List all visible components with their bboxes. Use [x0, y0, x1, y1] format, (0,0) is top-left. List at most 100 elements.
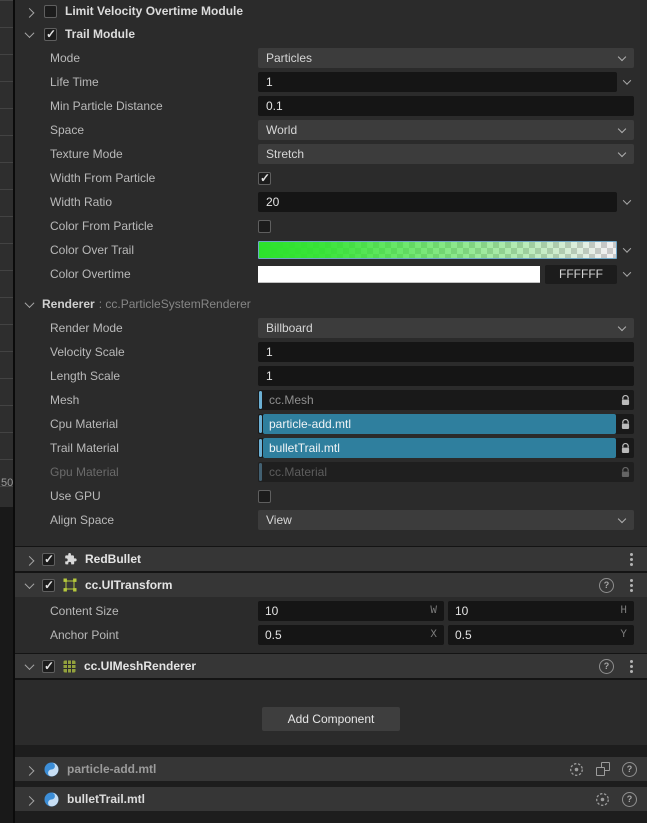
chevron-right-icon[interactable]	[22, 792, 36, 806]
dropdown-value: Stretch	[266, 147, 305, 161]
property-label: Render Mode	[50, 321, 123, 335]
add-component-button[interactable]: Add Component	[262, 707, 400, 731]
property-row-velocity-scale: Velocity Scale 1	[15, 340, 647, 364]
help-icon[interactable]	[622, 761, 637, 777]
input-value: 0.5	[265, 628, 282, 642]
content-size-height-input[interactable]: 10 H	[448, 601, 634, 621]
property-label: Content Size	[50, 604, 119, 618]
property-label: Life Time	[50, 75, 99, 89]
node-enabled-checkbox[interactable]	[42, 552, 55, 566]
property-label: Align Space	[50, 513, 115, 527]
component-name: cc.UITransform	[85, 578, 173, 592]
asset-name: particle-add.mtl	[67, 762, 157, 776]
anchor-point-x-input[interactable]: 0.5 X	[258, 625, 444, 645]
adjacent-panel-edge: 50	[0, 0, 15, 823]
lock-icon[interactable]	[617, 438, 634, 458]
length-scale-input[interactable]: 1	[258, 366, 634, 386]
component-enabled-checkbox[interactable]	[42, 578, 55, 592]
dropdown-value: Billboard	[266, 321, 313, 335]
asset-slot-value: bulletTrail.mtl	[263, 438, 616, 458]
anchor-point-y-input[interactable]: 0.5 Y	[448, 625, 634, 645]
chevron-down-icon	[617, 514, 627, 524]
chevron-down-icon[interactable]	[22, 659, 36, 673]
chevron-down-icon	[617, 124, 627, 134]
content-size-width-input[interactable]: 10 W	[258, 601, 444, 621]
section-title: Renderer	[42, 297, 95, 311]
locate-asset-icon[interactable]	[569, 762, 584, 777]
property-row-cpu-material: Cpu Material particle-add.mtl	[15, 412, 647, 436]
inspector-panel: Limit Velocity Overtime Module Trail Mod…	[15, 0, 647, 823]
hex-value: FFFFFF	[559, 267, 603, 281]
property-label: Min Particle Distance	[50, 99, 163, 113]
velocity-scale-input[interactable]: 1	[258, 342, 634, 362]
color-swatch[interactable]	[258, 265, 540, 283]
life-time-input[interactable]: 1	[258, 72, 617, 92]
kebab-menu-icon[interactable]	[624, 551, 638, 567]
help-icon[interactable]	[622, 791, 637, 807]
chevron-down-icon[interactable]	[22, 27, 36, 41]
mesh-asset-slot[interactable]: cc.Mesh	[258, 390, 634, 410]
asset-slot-accent	[259, 391, 262, 409]
texture-mode-dropdown[interactable]: Stretch	[258, 144, 634, 164]
space-dropdown[interactable]: World	[258, 120, 634, 140]
locate-asset-icon[interactable]	[595, 792, 610, 807]
property-label: Color Overtime	[50, 267, 131, 281]
cpu-material-asset-slot[interactable]: particle-add.mtl	[258, 414, 634, 434]
hex-value-box[interactable]: FFFFFF	[545, 264, 617, 284]
module-checkbox[interactable]	[44, 4, 57, 18]
input-value: 0.1	[266, 99, 283, 113]
trail-material-asset-slot[interactable]: bulletTrail.mtl	[258, 438, 634, 458]
component-header-uimeshrenderer[interactable]: cc.UIMeshRenderer	[15, 654, 647, 678]
component-enabled-checkbox[interactable]	[42, 659, 55, 673]
property-row-color-over-trail: Color Over Trail	[15, 238, 647, 262]
chevron-right-icon[interactable]	[22, 762, 36, 776]
asset-slot-accent	[259, 439, 262, 457]
curve-mode-chevron-icon[interactable]	[620, 76, 634, 85]
axis-suffix-x: X	[430, 629, 437, 641]
use-gpu-checkbox[interactable]	[258, 489, 271, 503]
mode-dropdown[interactable]: Particles	[258, 48, 634, 68]
lock-icon	[617, 462, 634, 482]
section-type: : cc.ParticleSystemRenderer	[98, 297, 251, 311]
asset-header-bullettrail[interactable]: bulletTrail.mtl	[15, 787, 647, 811]
renderer-section-header[interactable]: Renderer : cc.ParticleSystemRenderer	[15, 292, 647, 316]
property-row-life-time: Life Time 1	[15, 70, 647, 94]
kebab-menu-icon[interactable]	[624, 658, 638, 674]
property-label: Texture Mode	[50, 147, 123, 161]
node-header-redbullet[interactable]: RedBullet	[15, 547, 647, 571]
chevron-right-icon[interactable]	[22, 552, 36, 566]
property-label: Mode	[50, 51, 81, 65]
width-from-particle-checkbox[interactable]	[258, 171, 271, 185]
mesh-grid-icon	[63, 660, 76, 673]
color-mode-chevron-icon[interactable]	[620, 268, 634, 277]
asset-slot-placeholder: cc.Mesh	[269, 393, 314, 407]
align-space-dropdown[interactable]: View	[258, 510, 634, 530]
dropdown-value: Particles	[266, 51, 313, 65]
component-header-uitransform[interactable]: cc.UITransform	[15, 573, 647, 597]
chevron-right-icon[interactable]	[22, 4, 36, 18]
property-label: Color From Particle	[50, 219, 154, 233]
asset-slot-accent	[259, 415, 262, 433]
property-row-color-overtime: Color Overtime FFFFFF	[15, 262, 647, 286]
copy-icon[interactable]	[596, 762, 610, 776]
lock-icon[interactable]	[617, 414, 634, 434]
help-icon[interactable]	[599, 658, 614, 674]
chevron-down-icon[interactable]	[22, 297, 36, 311]
property-label: Use GPU	[50, 489, 101, 503]
chevron-down-icon[interactable]	[22, 578, 36, 592]
asset-header-particle-add[interactable]: particle-add.mtl	[15, 757, 647, 781]
gradient-mode-chevron-icon[interactable]	[620, 244, 634, 253]
add-component-area: Add Component	[15, 680, 647, 745]
min-particle-distance-input[interactable]: 0.1	[258, 96, 634, 116]
module-checkbox[interactable]	[44, 27, 57, 41]
gradient-swatch[interactable]	[258, 241, 617, 259]
help-icon[interactable]	[599, 577, 614, 593]
lock-icon[interactable]	[617, 390, 634, 410]
color-from-particle-checkbox[interactable]	[258, 219, 271, 233]
width-ratio-input[interactable]: 20	[258, 192, 617, 212]
property-label: Width Ratio	[50, 195, 113, 209]
node-name: RedBullet	[85, 552, 142, 566]
curve-mode-chevron-icon[interactable]	[620, 196, 634, 205]
render-mode-dropdown[interactable]: Billboard	[258, 318, 634, 338]
kebab-menu-icon[interactable]	[624, 577, 638, 593]
